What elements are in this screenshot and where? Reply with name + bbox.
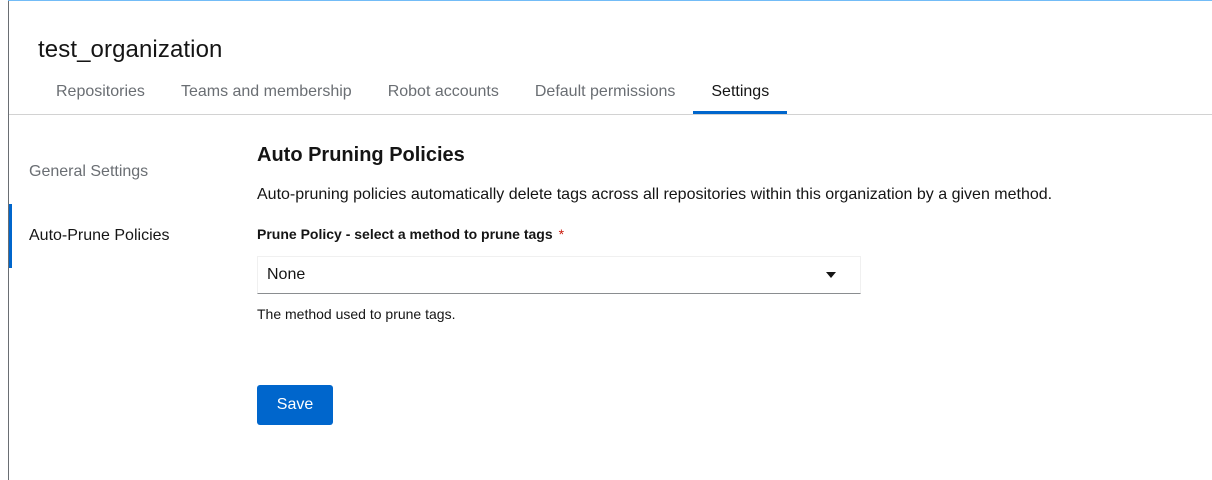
tab-settings[interactable]: Settings — [693, 70, 788, 114]
page-title: test_organization — [38, 36, 223, 63]
tab-repositories[interactable]: Repositories — [38, 70, 163, 114]
tab-default-permissions[interactable]: Default permissions — [517, 70, 694, 114]
prune-policy-select[interactable]: None — [257, 256, 861, 294]
prune-policy-select-value: None — [267, 266, 306, 283]
auto-prune-panel: Auto Pruning Policies Auto-pruning polic… — [257, 142, 1187, 425]
side-nav-item-general-settings[interactable]: General Settings — [9, 140, 229, 204]
window-top-border — [8, 0, 1212, 1]
org-tabs: Repositories Teams and membership Robot … — [38, 70, 788, 114]
section-description: Auto-pruning policies automatically dele… — [257, 186, 1053, 203]
settings-side-nav: General Settings Auto-Prune Policies — [9, 140, 229, 268]
save-button[interactable]: Save — [257, 385, 333, 425]
section-title: Auto Pruning Policies — [257, 144, 465, 166]
tabs-divider — [9, 114, 1212, 115]
prune-policy-label: Prune Policy - select a method to prune … — [257, 226, 1187, 242]
caret-down-icon — [826, 272, 836, 278]
prune-policy-helper-text: The method used to prune tags. — [257, 306, 456, 322]
tab-teams-and-membership[interactable]: Teams and membership — [163, 70, 370, 114]
side-nav-item-auto-prune-policies[interactable]: Auto-Prune Policies — [9, 204, 229, 268]
tab-robot-accounts[interactable]: Robot accounts — [370, 70, 517, 114]
prune-policy-label-text: Prune Policy - select a method to prune … — [257, 226, 553, 242]
required-marker: * — [558, 226, 565, 242]
